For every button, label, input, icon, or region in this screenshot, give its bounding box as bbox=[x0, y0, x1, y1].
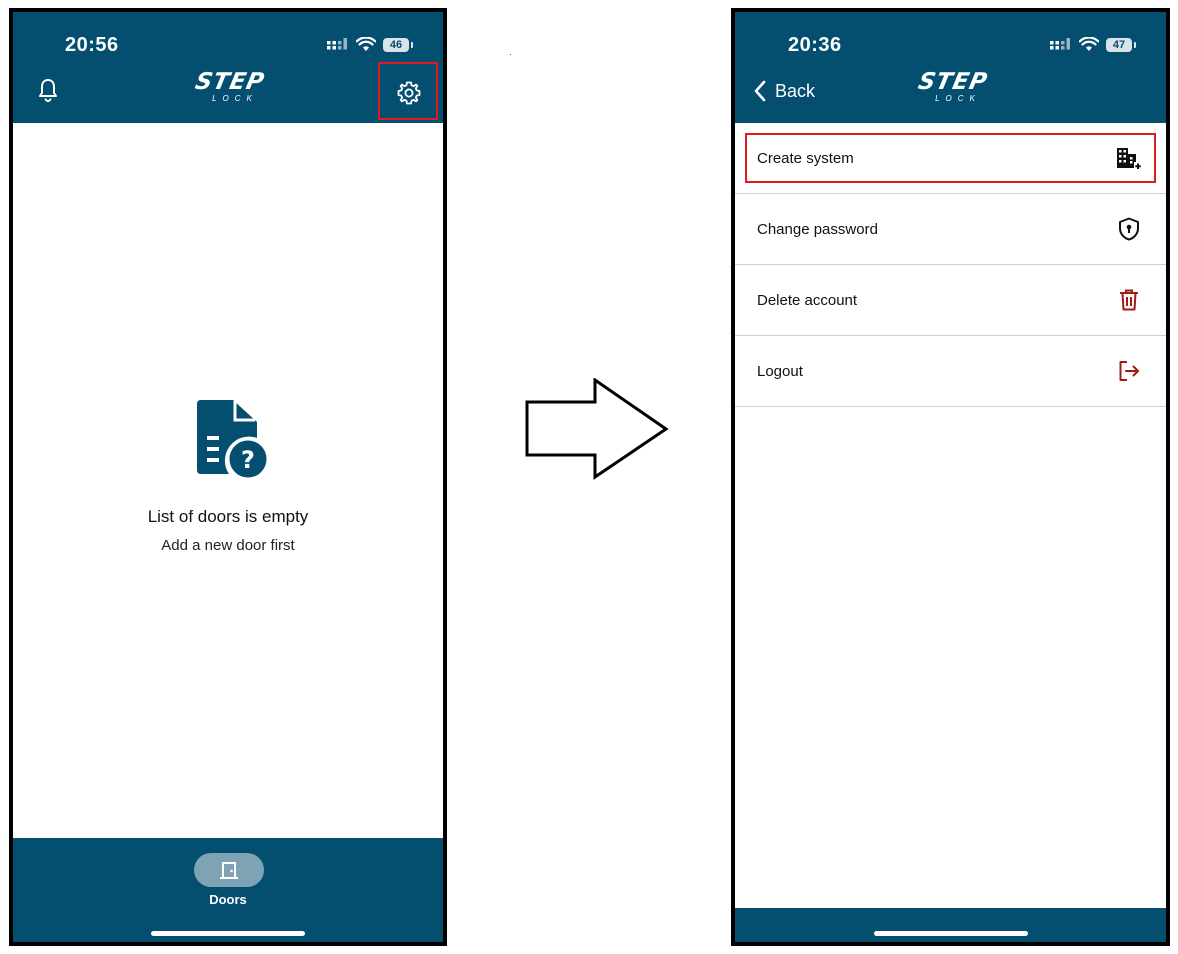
menu-item-change-password[interactable]: Change password bbox=[735, 194, 1166, 265]
battery-indicator: 47 bbox=[1106, 37, 1136, 52]
top-bar: 20:36 47 Back STEP LOCK bbox=[735, 12, 1166, 123]
back-label: Back bbox=[775, 80, 816, 101]
back-button[interactable]: Back bbox=[753, 80, 815, 102]
status-icons: 47 bbox=[1050, 37, 1136, 52]
chevron-left-icon bbox=[754, 80, 766, 102]
status-time: 20:56 bbox=[65, 34, 119, 56]
right-arrow-icon bbox=[525, 378, 669, 480]
right-phone-screen: 20:36 47 Back STEP LOCK Create system Ch… bbox=[731, 8, 1170, 946]
empty-state-title: List of doors is empty bbox=[147, 507, 309, 526]
home-indicator bbox=[873, 931, 1028, 936]
shield-lock-icon bbox=[1116, 216, 1142, 242]
stray-dot bbox=[510, 54, 511, 55]
settings-menu: Create system Change password Delete acc… bbox=[735, 123, 1166, 407]
bell-icon[interactable] bbox=[37, 78, 59, 102]
empty-state-subtitle: Add a new door first bbox=[161, 537, 295, 554]
status-icons: 46 bbox=[327, 37, 413, 52]
battery-indicator: 46 bbox=[383, 37, 413, 52]
menu-item-delete-account[interactable]: Delete account bbox=[735, 265, 1166, 336]
logo-main-text: STEP bbox=[192, 69, 268, 95]
wifi-icon bbox=[356, 37, 376, 51]
trash-icon bbox=[1116, 287, 1142, 313]
menu-item-label: Delete account bbox=[757, 291, 858, 309]
document-question-icon: ? bbox=[197, 400, 270, 481]
signal-icon bbox=[327, 37, 347, 49]
logo-sub-text: LOCK bbox=[212, 94, 258, 103]
menu-item-label: Change password bbox=[757, 220, 878, 238]
status-time: 20:36 bbox=[788, 34, 842, 56]
steplock-logo: STEP LOCK bbox=[913, 69, 993, 106]
top-bar: 20:56 46 STEP LOCK bbox=[13, 12, 443, 123]
logo-sub-text: LOCK bbox=[935, 94, 981, 103]
menu-item-logout[interactable]: Logout bbox=[735, 336, 1166, 407]
doors-tab[interactable] bbox=[194, 853, 264, 887]
menu-item-create-system[interactable]: Create system bbox=[735, 123, 1166, 194]
bottom-nav: Doors bbox=[13, 838, 443, 942]
steplock-logo: STEP LOCK bbox=[190, 69, 270, 106]
gear-icon[interactable] bbox=[397, 81, 421, 105]
wifi-icon bbox=[1079, 37, 1099, 51]
logo-main-text: STEP bbox=[915, 69, 991, 95]
left-phone-screen: 20:56 46 STEP LOCK ? List of doors is em… bbox=[9, 8, 447, 946]
door-icon bbox=[220, 862, 238, 879]
bottom-bar bbox=[735, 908, 1166, 942]
menu-item-label: Logout bbox=[757, 362, 803, 380]
doors-tab-label[interactable]: Doors bbox=[13, 892, 443, 907]
home-indicator bbox=[151, 931, 305, 936]
logout-icon bbox=[1116, 358, 1142, 384]
create-system-highlight-box bbox=[745, 133, 1156, 183]
svg-text:?: ? bbox=[241, 446, 255, 474]
signal-icon bbox=[1050, 37, 1070, 49]
